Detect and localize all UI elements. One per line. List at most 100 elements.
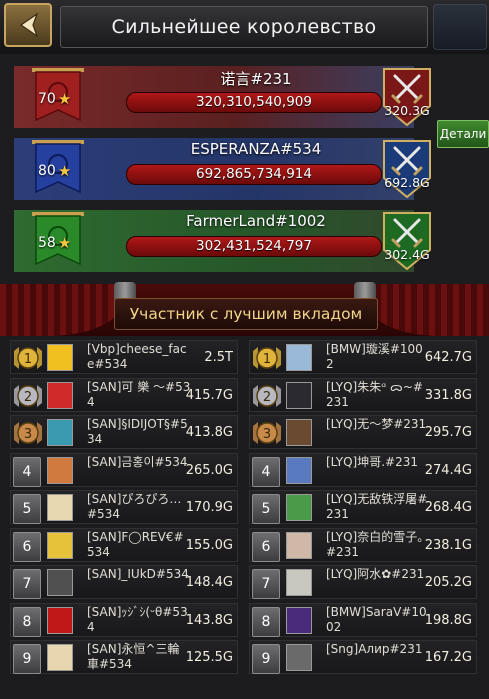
avatar[interactable] [47,644,73,671]
kingdom-row: 58 ★ FarmerLand#1002 302,431,524,797 302.… [14,206,434,274]
player-name: [LYQ]阿水✿#231 [326,567,425,581]
power-shield: 320.3G [381,66,433,128]
list-item[interactable]: 6 [LYQ]奈白的雪子。#231 238.1G [249,528,477,562]
avatar[interactable] [286,607,312,634]
list-item[interactable]: 9 [Sng]Алир#231 167.2G [249,640,477,674]
kingdom-score: 692,865,734,914 [126,164,382,185]
list-item[interactable]: 4 [LYQ]坤哥.#231 274.4G [249,453,477,487]
list-item[interactable]: 8 [SAN]ｯｼﾞｼ(ᵕθ#534 143.8G [10,603,238,637]
avatar[interactable] [286,532,312,559]
section-header: Участник с лучшим вкладом [0,282,489,336]
rank-medal-icon: 2 [250,381,284,411]
avatar[interactable] [286,457,312,484]
rank-number: 1 [24,352,32,367]
rank-number: 8 [252,607,280,637]
avatar[interactable] [286,344,312,371]
crossed-swords-icon [383,68,431,127]
kingdom-row: 80 ★ ESPERANZA#534 692,865,734,914 692.8G [14,134,434,202]
kingdom-power: 320.3G [384,103,430,118]
rank-medal-icon: 1 [11,343,45,373]
avatar[interactable] [47,532,73,559]
player-name: [Vbp]cheese_face#534 [87,342,187,371]
kingdom-power: 302.4G [384,247,430,262]
player-name: [LYQ]奈白的雪子。#231 [326,530,430,559]
list-item[interactable]: 5 [SAN]ぴろぴろ…#534 170.9G [10,490,238,524]
contribution-value: 295.7G [424,425,472,440]
avatar[interactable] [47,382,73,409]
player-name: [Sng]Алир#231 [326,642,423,656]
list-item[interactable]: 7 [SAN]_IUkD#534 148.4G [10,565,238,599]
player-name: [BMW]SaraV#1002 [326,605,427,634]
contribution-value: 331.8G [424,388,472,403]
rank-number: 3 [263,427,271,442]
avatar[interactable] [47,494,73,521]
details-button[interactable]: Детали [437,120,489,148]
list-item[interactable]: 2 [LYQ]朱朱ᵅ ᯅ~#231 331.8G [249,378,477,412]
contribution-value: 265.0G [185,463,233,478]
avatar[interactable] [47,419,73,446]
rank-number: 9 [13,644,41,674]
rank-number: 2 [263,390,271,405]
player-name: [LYQ]无～梦#231 [326,417,427,431]
star-icon: ★ [57,162,72,180]
kingdom-level: 58 ★ [38,234,72,252]
list-item[interactable]: 3 [SAN]§IDIJOT§#534 413.8G [10,415,238,449]
top-bar: Сильнейшее королевство [0,0,489,55]
crossed-swords-icon [383,212,431,271]
rank-number: 8 [13,607,41,637]
avatar[interactable] [286,569,312,596]
list-item[interactable]: 5 [LYQ]无敌铁浮屠#231 268.4G [249,490,477,524]
rank-number: 2 [24,390,32,405]
kingdom-level: 70 ★ [38,90,72,108]
contribution-value: 2.5T [204,350,233,365]
avatar[interactable] [47,607,73,634]
contribution-value: 155.0G [185,538,233,553]
star-icon: ★ [57,90,72,108]
list-item[interactable]: 1 [BMW]璇溪#1002 642.7G [249,340,477,374]
avatar[interactable] [286,494,312,521]
kingdom-level: 80 ★ [38,162,72,180]
player-name: [SAN]_IUkD#534 [87,567,189,581]
list-item[interactable]: 9 [SAN]永恒^三輪車#534 125.5G [10,640,238,674]
star-icon: ★ [57,234,72,252]
player-name: [SAN]ぴろぴろ…#534 [87,492,182,521]
player-name: [SAN]F◯REV€#534 [87,530,184,559]
avatar[interactable] [286,644,312,671]
back-button[interactable] [4,3,52,47]
power-shield: 302.4G [381,210,433,272]
list-item[interactable]: 3 [LYQ]无～梦#231 295.7G [249,415,477,449]
rank-number: 7 [13,569,41,599]
contribution-value: 268.4G [424,500,472,515]
list-item[interactable]: 8 [BMW]SaraV#1002 198.8G [249,603,477,637]
crossed-swords-icon [383,140,431,199]
player-name: [SAN]금홍이#534 [87,455,188,469]
player-name: [SAN]§IDIJOT§#534 [87,417,188,446]
avatar[interactable] [286,382,312,409]
contribution-value: 198.8G [424,613,472,628]
contribution-value: 148.4G [185,575,233,590]
avatar[interactable] [286,419,312,446]
rank-number: 3 [24,427,32,442]
kingdom-score: 302,431,524,797 [126,236,382,257]
section-title: Участник с лучшим вкладом [114,298,378,330]
list-item[interactable]: 2 [SAN]可 樂 ～#534 415.7G [10,378,238,412]
contribution-value: 143.8G [185,613,233,628]
rank-medal-icon: 3 [11,418,45,448]
contribution-value: 125.5G [185,650,233,665]
list-item[interactable]: 1 [Vbp]cheese_face#534 2.5T [10,340,238,374]
rank-medal-icon: 1 [250,343,284,373]
avatar[interactable] [47,457,73,484]
list-item[interactable]: 4 [SAN]금홍이#534 265.0G [10,453,238,487]
player-name: [LYQ]坤哥.#231 [326,455,419,469]
list-item[interactable]: 7 [LYQ]阿水✿#231 205.2G [249,565,477,599]
rank-number: 6 [252,532,280,562]
avatar[interactable] [47,569,73,596]
player-name: [SAN]可 樂 ～#534 [87,380,191,409]
player-name: [BMW]璇溪#1002 [326,342,423,371]
contribution-value: 274.4G [424,463,472,478]
power-shield: 692.8G [381,138,433,200]
rank-number: 4 [252,457,280,487]
avatar[interactable] [47,344,73,371]
list-item[interactable]: 6 [SAN]F◯REV€#534 155.0G [10,528,238,562]
contribution-value: 167.2G [424,650,472,665]
